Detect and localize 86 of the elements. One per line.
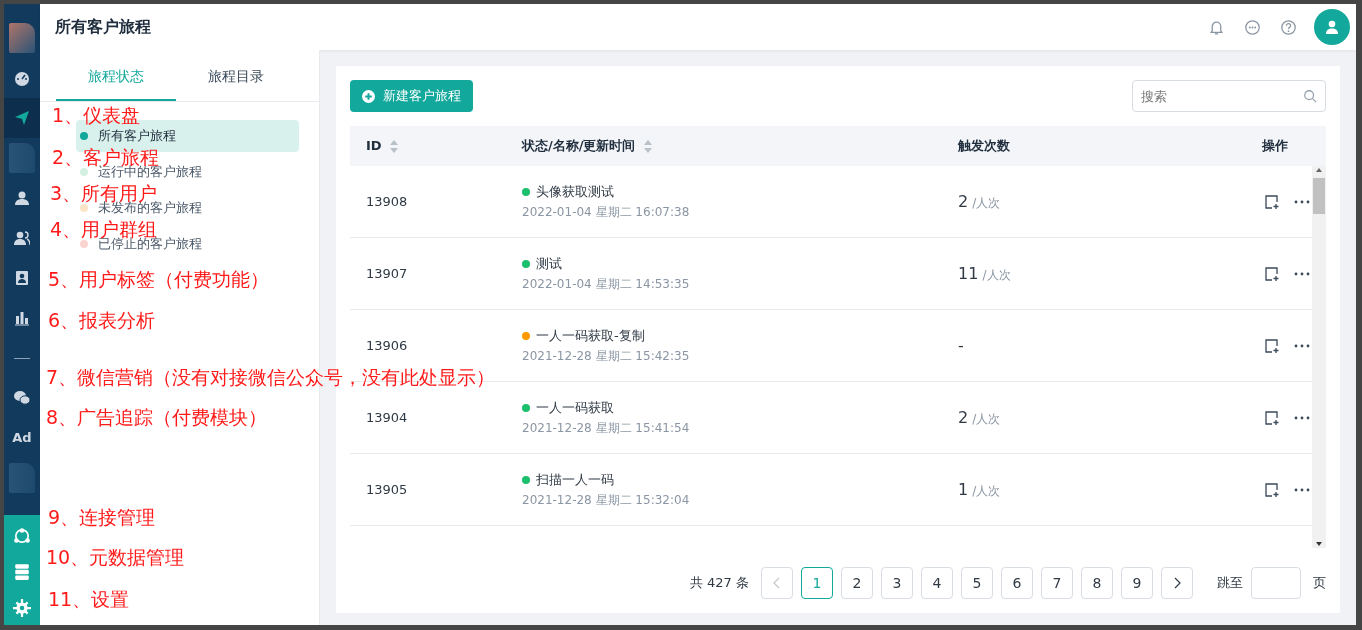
tab[interactable]: 旅程目录 xyxy=(176,56,296,101)
count-unit: /人次 xyxy=(972,483,1001,498)
column-header: ID xyxy=(366,137,382,156)
page-button[interactable]: 4 xyxy=(921,567,953,599)
page-button[interactable]: 6 xyxy=(1001,567,1033,599)
journey-name: 测试 xyxy=(536,254,562,273)
blurred-logo xyxy=(9,463,35,493)
page-input[interactable] xyxy=(1251,567,1301,599)
table-cell-text: 13906 xyxy=(365,336,409,355)
journey-name: 一人一码获取-复制 xyxy=(536,326,645,345)
user-icon xyxy=(14,190,30,206)
add-note-icon[interactable] xyxy=(1264,265,1280,282)
more-icon[interactable] xyxy=(1294,487,1310,492)
settings-icon[interactable] xyxy=(13,599,31,617)
page-button[interactable]: 3 xyxy=(881,567,913,599)
page-button[interactable]: 2 xyxy=(841,567,873,599)
total-count: 共 427 条 xyxy=(689,574,749,593)
table-cell-text: 13907 xyxy=(365,264,409,283)
count-unit: /人次 xyxy=(972,411,1001,426)
server-icon[interactable] xyxy=(13,563,31,581)
plus-circle-icon xyxy=(362,89,375,103)
annotation: 7、微信营销（没有对接微信公众号，没有此处显示） xyxy=(46,368,496,387)
annotation: 10、元数据管理 xyxy=(46,548,185,567)
chat-bubbles-icon xyxy=(14,390,30,406)
search-field[interactable]: 搜索 xyxy=(1132,80,1326,112)
paper-plane-icon xyxy=(14,110,30,126)
page-suffix: 页 xyxy=(1313,574,1326,593)
scrollbar[interactable] xyxy=(1312,166,1326,548)
add-note-icon[interactable] xyxy=(1264,193,1280,210)
table-cell-text: 13905 xyxy=(365,480,409,499)
page-button[interactable]: 8 xyxy=(1081,567,1113,599)
update-time: 2021-12-28 星期二 15:42:35 xyxy=(522,348,691,366)
journey-name: 扫描一人一码 xyxy=(536,470,614,489)
column-header: 触发次数 xyxy=(958,137,1010,156)
chevron-right-icon xyxy=(1173,577,1181,589)
page-title: 所有客户旅程 xyxy=(55,16,151,38)
column-header: 操作 xyxy=(1262,137,1288,156)
update-time: 2021-12-28 星期二 15:41:54 xyxy=(522,420,691,438)
annotation: 11、设置 xyxy=(48,590,130,609)
journey-name: 一人一码获取 xyxy=(536,398,614,417)
user-icon xyxy=(1324,19,1340,35)
page-button[interactable]: 5 xyxy=(961,567,993,599)
connection-icon[interactable] xyxy=(13,527,31,545)
trigger-count: - xyxy=(958,335,964,355)
users-icon xyxy=(14,230,30,246)
trigger-count: 2 xyxy=(958,191,969,211)
count-unit: /人次 xyxy=(982,267,1011,282)
scrollbar-thumb[interactable] xyxy=(1313,178,1325,214)
badge-icon xyxy=(14,270,30,286)
search-icon xyxy=(1303,89,1317,103)
count-unit: /人次 xyxy=(972,195,1001,210)
bar-chart-icon xyxy=(14,310,30,326)
annotation: 6、报表分析 xyxy=(48,311,156,330)
more-icon[interactable] xyxy=(1294,271,1310,276)
nav-item[interactable]: Ad xyxy=(4,418,40,458)
blurred-logo xyxy=(9,23,35,53)
journey-name: 头像获取测试 xyxy=(536,182,614,201)
annotation: 3、所有用户 xyxy=(50,184,158,203)
more-icon[interactable] xyxy=(1294,343,1310,348)
scroll-up-arrow-icon[interactable] xyxy=(1315,166,1323,174)
column-header: 状态/名称/更新时间 xyxy=(522,137,636,156)
annotation: 5、用户标签（付费功能） xyxy=(48,270,270,289)
add-note-icon[interactable] xyxy=(1264,481,1280,498)
chevron-left-icon xyxy=(773,577,781,589)
update-time: 2022-01-04 星期二 16:07:38 xyxy=(522,204,691,222)
update-time: 2022-01-04 星期二 14:53:35 xyxy=(522,276,691,294)
trigger-count: 2 xyxy=(958,407,969,427)
page-button[interactable]: 7 xyxy=(1041,567,1073,599)
add-note-icon[interactable] xyxy=(1264,409,1280,426)
update-time: 2021-12-28 星期二 15:32:04 xyxy=(522,492,691,510)
trigger-count: 1 xyxy=(958,479,969,499)
annotation: 9、连接管理 xyxy=(48,508,156,527)
page-button[interactable]: 9 xyxy=(1121,567,1153,599)
avatar-button[interactable] xyxy=(1314,9,1350,45)
table-cell-text: 13904 xyxy=(365,408,409,427)
annotation: 8、广告追踪（付费模块） xyxy=(46,408,268,427)
more-icon[interactable] xyxy=(1294,415,1310,420)
add-note-icon[interactable] xyxy=(1264,337,1280,354)
gauge-icon xyxy=(14,70,30,86)
nav-item[interactable] xyxy=(4,98,40,138)
jump-label: 跳至 xyxy=(1217,574,1243,593)
scroll-down-arrow-icon[interactable] xyxy=(1315,540,1323,548)
table-cell-text: 13908 xyxy=(365,192,409,211)
trigger-count: 11 xyxy=(958,263,979,283)
blurred-logo xyxy=(9,143,35,173)
more-icon[interactable] xyxy=(1294,199,1310,204)
